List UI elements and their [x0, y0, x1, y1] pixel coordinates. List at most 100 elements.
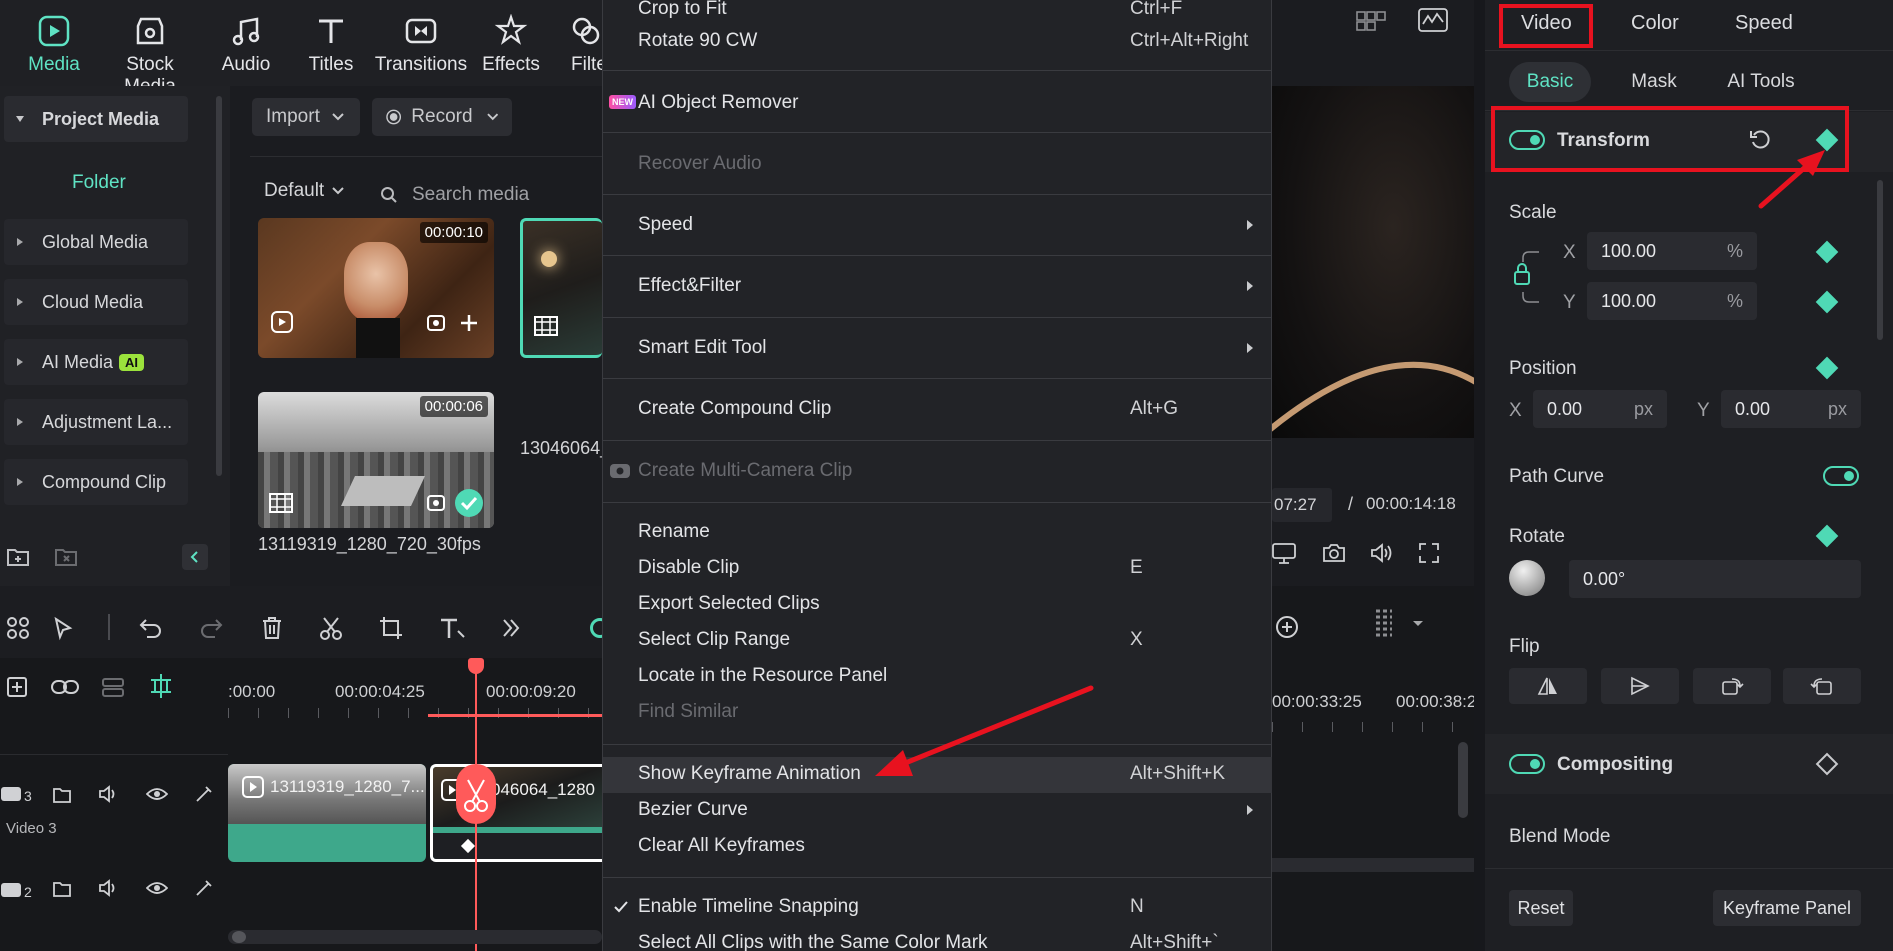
cloud-media-item[interactable]: Cloud Media [4, 279, 188, 325]
rotate-input[interactable]: 0.00° [1569, 560, 1861, 598]
toolbar-media[interactable]: Media [6, 14, 102, 76]
project-media-item[interactable]: Project Media [4, 96, 188, 142]
crop-icon[interactable] [378, 615, 404, 641]
toolbar-transitions[interactable]: Transitions [373, 14, 469, 76]
ai-cut-icon[interactable] [424, 492, 448, 514]
subtab-basic[interactable]: Basic [1509, 62, 1591, 102]
eye-icon[interactable] [146, 880, 168, 896]
adjustment-layer-item[interactable]: Adjustment La... [4, 399, 188, 445]
magic-wand-icon[interactable] [194, 784, 216, 804]
menu-item-disable-clip[interactable]: Disable Clip E [603, 551, 1273, 587]
folder-item[interactable]: Folder [72, 172, 126, 194]
global-media-item[interactable]: Global Media [4, 219, 188, 265]
video-preview[interactable] [1272, 86, 1474, 438]
snapshot-icon[interactable] [1322, 542, 1346, 564]
magic-wand-icon[interactable] [194, 878, 216, 898]
volume-icon[interactable] [98, 784, 120, 804]
scale-x-keyframe-icon[interactable] [1815, 240, 1839, 264]
menu-item-select-same-color-mark[interactable]: Select All Clips with the Same Color Mar… [603, 926, 1273, 951]
subtab-mask[interactable]: Mask [1619, 62, 1689, 102]
properties-scrollbar[interactable] [1877, 180, 1883, 340]
tab-speed[interactable]: Speed [1735, 12, 1793, 35]
timeline-vertical-scrollbar[interactable] [1458, 742, 1468, 818]
position-x-input[interactable]: 0.00 px [1533, 390, 1667, 428]
toolbar-effects[interactable]: Effects [463, 14, 559, 76]
grid-view-icon[interactable] [1356, 10, 1386, 32]
text-tool-icon[interactable] [438, 615, 466, 641]
rotate-left-button[interactable] [1783, 668, 1861, 704]
record-button[interactable]: Record [372, 98, 512, 136]
keyframe-panel-button[interactable]: Keyframe Panel [1713, 890, 1861, 926]
undo-icon[interactable] [138, 616, 164, 640]
toolbar-filters[interactable]: Filte [555, 14, 605, 76]
split-icon[interactable] [318, 615, 344, 641]
volume-icon[interactable] [1370, 542, 1396, 564]
current-time[interactable]: 07:27 [1272, 488, 1332, 522]
search-input[interactable]: Search media [380, 178, 602, 212]
link-icon[interactable] [50, 678, 80, 696]
add-to-timeline-icon[interactable] [458, 312, 480, 334]
media-thumbnail-selected[interactable] [520, 218, 602, 358]
menu-item-clear-all-keyframes[interactable]: Clear All Keyframes [603, 829, 1273, 865]
display-settings-icon[interactable] [1272, 542, 1298, 566]
reset-button[interactable]: Reset [1509, 890, 1573, 926]
import-button[interactable]: Import [252, 98, 360, 136]
menu-item-export-selected-clips[interactable]: Export Selected Clips [603, 587, 1273, 623]
path-curve-toggle[interactable] [1823, 466, 1859, 486]
menu-item-effect-filter[interactable]: Effect&Filter [603, 269, 1273, 305]
menu-item-speed[interactable]: Speed [603, 208, 1273, 244]
scale-y-keyframe-icon[interactable] [1815, 290, 1839, 314]
folder-lock-icon[interactable] [52, 786, 72, 804]
menu-item-rotate-90-cw[interactable]: Rotate 90 CW Ctrl+Alt+Right [603, 24, 1273, 60]
timeline-horizontal-scrollbar[interactable] [228, 930, 602, 944]
collapse-panel-button[interactable] [182, 544, 208, 570]
rotate-right-button[interactable] [1693, 668, 1771, 704]
new-folder-icon[interactable] [6, 546, 30, 568]
media-thumbnail[interactable]: 00:00:06 [258, 392, 494, 528]
ai-media-item[interactable]: AI Media AI [4, 339, 188, 385]
menu-item-ai-object-remover[interactable]: NEW AI Object Remover [603, 86, 1273, 122]
rotate-keyframe-icon[interactable] [1815, 524, 1839, 548]
waveform-monitor-icon[interactable] [1418, 8, 1448, 32]
eye-icon[interactable] [146, 786, 168, 802]
track-options-icon[interactable] [100, 676, 126, 698]
volume-icon[interactable] [98, 878, 120, 898]
delete-icon[interactable] [260, 615, 284, 641]
flip-horizontal-button[interactable] [1509, 668, 1587, 704]
toolbar-titles[interactable]: Titles [283, 14, 379, 76]
lock-aspect-icon[interactable] [1509, 246, 1545, 308]
chevron-down-icon[interactable] [1412, 620, 1424, 628]
menu-item-bezier-curve[interactable]: Bezier Curve [603, 793, 1273, 829]
scale-y-input[interactable]: 100.00% [1587, 282, 1757, 320]
menu-item-create-compound-clip[interactable]: Create Compound Clip Alt+G [603, 392, 1273, 428]
subtab-ai-tools[interactable]: AI Tools [1711, 62, 1811, 102]
tab-color[interactable]: Color [1631, 12, 1679, 35]
compound-clip-item[interactable]: Compound Clip [4, 459, 188, 505]
menu-item-select-clip-range[interactable]: Select Clip Range X [603, 623, 1273, 659]
position-y-input[interactable]: 0.00 px [1721, 390, 1861, 428]
ai-cut-icon[interactable] [424, 312, 448, 334]
add-track-icon[interactable] [6, 676, 28, 698]
track-height-icon[interactable] [1372, 608, 1396, 642]
media-thumbnail[interactable]: 00:00:10 [258, 218, 494, 358]
menu-item-enable-timeline-snapping[interactable]: Enable Timeline Snapping N [603, 890, 1273, 926]
zoom-in-icon[interactable] [1274, 614, 1300, 640]
select-tool-icon[interactable] [52, 616, 78, 642]
snap-icon[interactable] [148, 672, 174, 700]
redo-icon[interactable] [198, 616, 224, 640]
scissors-marker[interactable] [456, 764, 496, 824]
scale-x-input[interactable]: 100.00% [1587, 232, 1757, 270]
sort-dropdown[interactable]: Default [264, 180, 344, 202]
folder-lock-icon[interactable] [52, 880, 72, 898]
compositing-toggle[interactable] [1509, 754, 1545, 774]
rotate-dial[interactable] [1509, 560, 1545, 596]
timeline-clip[interactable]: 13119319_1280_7... [228, 764, 426, 862]
fullscreen-icon[interactable] [1418, 542, 1440, 564]
menu-item-smart-edit-tool[interactable]: Smart Edit Tool [603, 331, 1273, 367]
delete-folder-icon[interactable] [54, 546, 78, 568]
toolbar-audio[interactable]: Audio [198, 14, 294, 76]
menu-item-rename[interactable]: Rename [603, 515, 1273, 551]
left-panel-scrollbar[interactable] [216, 96, 222, 476]
position-keyframe-icon[interactable] [1815, 356, 1839, 380]
grid-icon[interactable] [6, 616, 30, 640]
